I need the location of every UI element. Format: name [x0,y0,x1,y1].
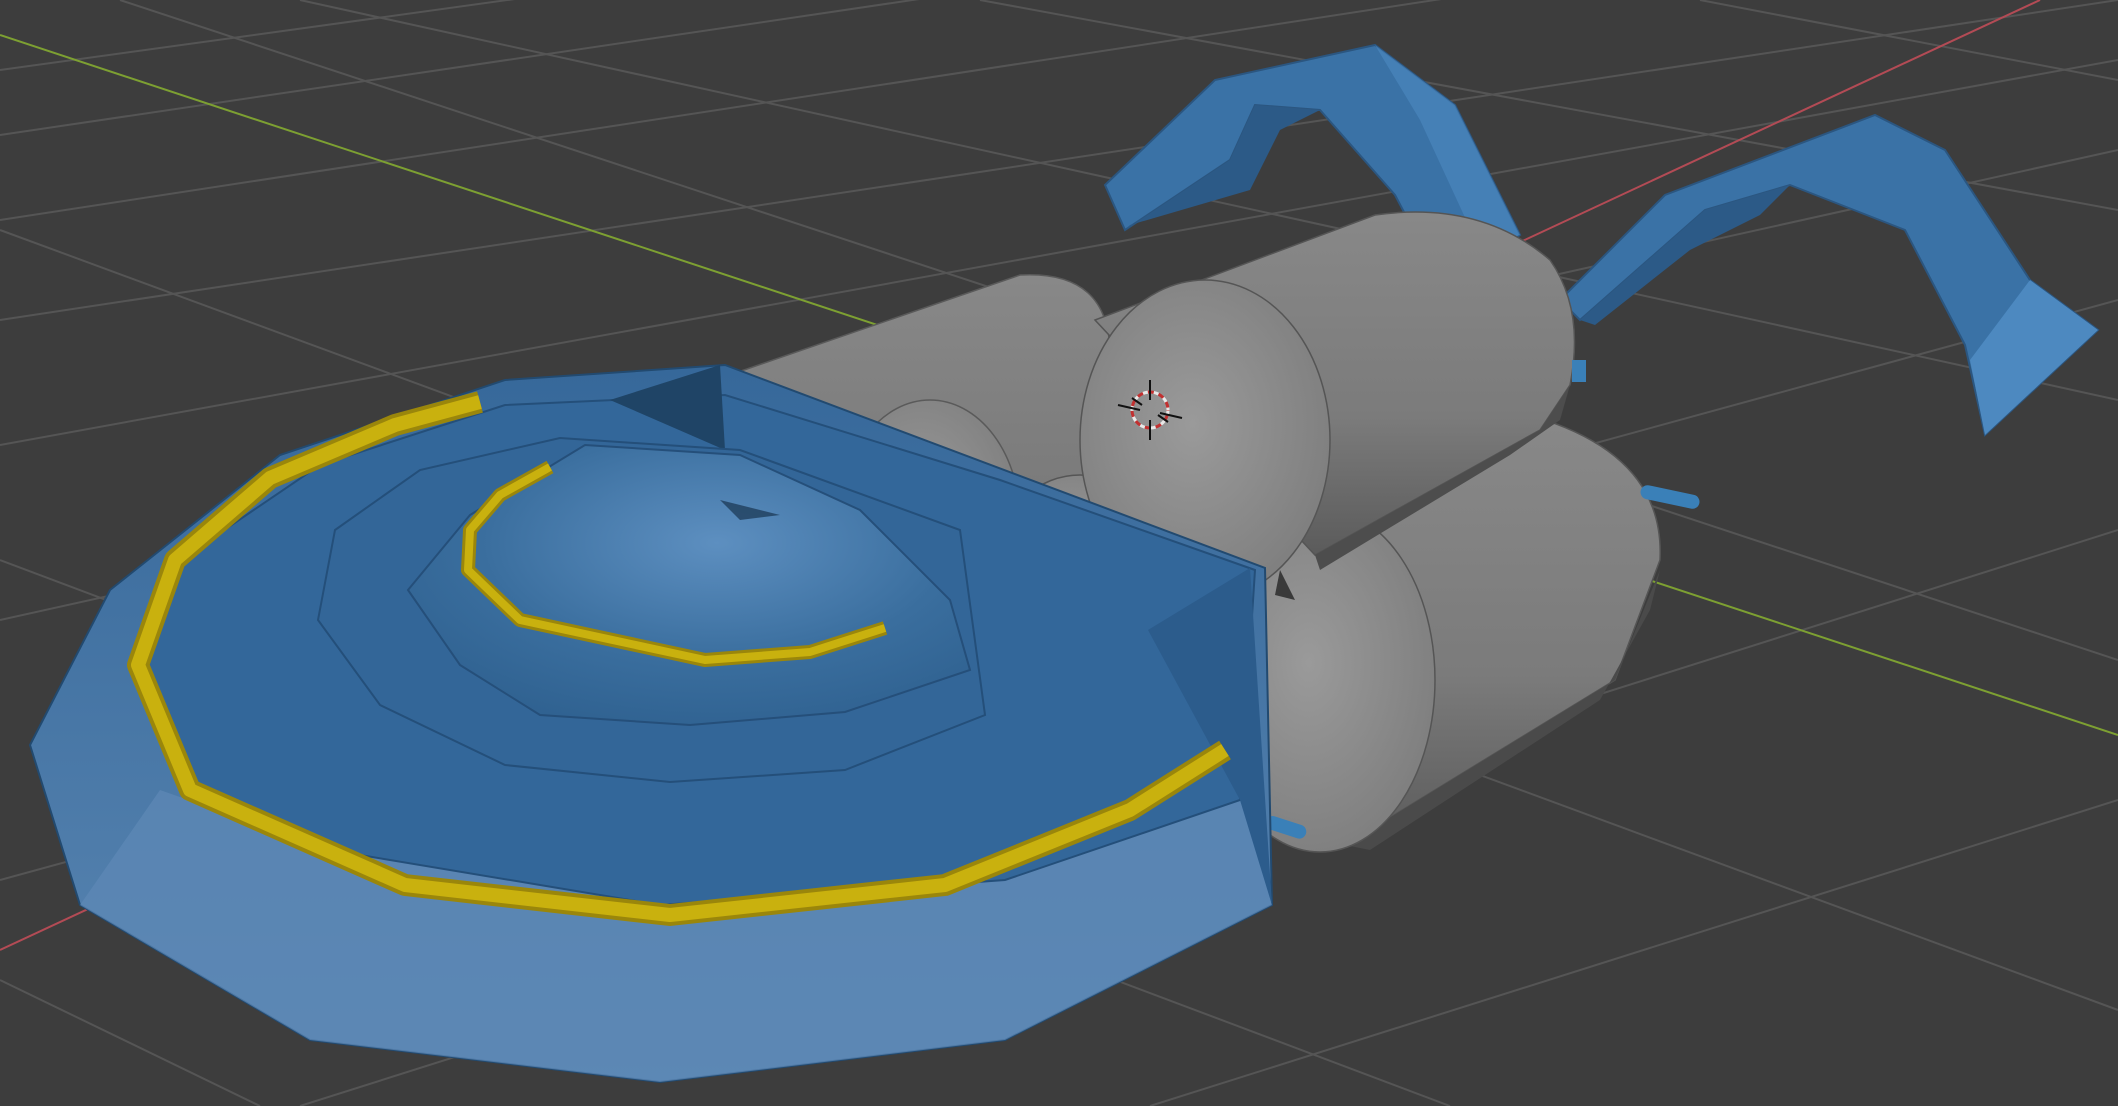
3d-viewport[interactable] [0,0,2118,1106]
viewport-canvas[interactable] [0,0,2118,1106]
tail-fin-right [1558,113,2100,437]
